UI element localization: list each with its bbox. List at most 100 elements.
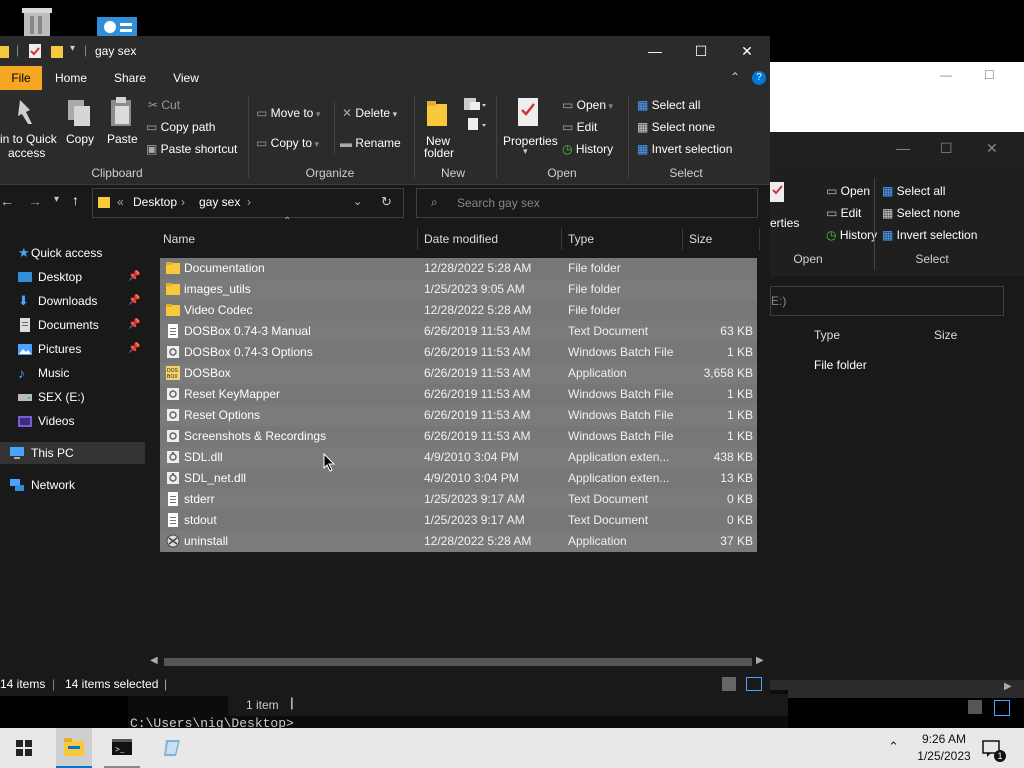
paste-shortcut-button[interactable]: ▣ Paste shortcut (146, 142, 237, 156)
copy-to-button[interactable]: ▭ Copy to ▾ (256, 136, 319, 150)
invert-selection-button[interactable]: ▦ Invert selection (637, 142, 732, 156)
new-folder-quick-icon[interactable] (50, 43, 64, 59)
properties-quick-icon[interactable] (28, 43, 42, 59)
horizontal-scrollbar[interactable]: ◀ ▶ (150, 654, 768, 670)
open-button[interactable]: ▭ Open (826, 184, 870, 198)
minimize-icon[interactable]: — (896, 140, 910, 156)
nav-item-desktop[interactable]: Desktop 📌 (0, 266, 145, 288)
column-divider[interactable] (682, 228, 683, 250)
column-header-name[interactable]: Name (163, 228, 195, 250)
close-icon[interactable]: ✕ (986, 140, 998, 157)
scrollbar-thumb[interactable] (164, 658, 752, 666)
customize-toolbar-icon[interactable]: ▾ (70, 43, 75, 54)
show-hidden-icons-icon[interactable]: ⌃ (888, 739, 899, 755)
rename-button[interactable]: ▬ Rename (340, 136, 401, 150)
pin-icon[interactable]: 📌 (128, 290, 140, 312)
properties-dropdown-icon[interactable]: ▾ (523, 146, 528, 157)
nav-item-pictures[interactable]: Pictures 📌 (0, 338, 145, 360)
invert-selection-button[interactable]: ▦ Invert selection (882, 228, 977, 242)
recent-locations-icon[interactable]: ▾ (54, 194, 59, 205)
table-row[interactable]: DOSBox 0.74-3 Manual 6/26/2019 11:53 AM Te… (160, 321, 757, 342)
table-row[interactable]: Documentation 12/28/2022 5:28 AM File fold… (160, 258, 757, 279)
pin-to-quick-access-label-1[interactable]: in to Quick (0, 132, 57, 146)
table-row[interactable]: SDL_net.dll 4/9/2010 3:04 PM Application e… (160, 468, 757, 489)
open-button[interactable]: ▭ Open ▾ (562, 98, 613, 112)
search-box[interactable]: ⌕ Search gay sex (416, 188, 758, 218)
cut-button[interactable]: ✂ Cut (148, 98, 180, 112)
second-column-type[interactable]: Type (814, 328, 840, 342)
properties-button[interactable]: erties (770, 216, 799, 230)
delete-button[interactable]: ✕ Delete ▾ (342, 106, 397, 120)
table-row[interactable]: Video Codec 12/28/2022 5:28 AM File folder (160, 300, 757, 321)
properties-button[interactable]: Properties (503, 134, 558, 148)
start-icon[interactable] (16, 740, 32, 756)
scroll-left-icon[interactable]: ◀ (150, 655, 158, 666)
column-divider[interactable] (561, 228, 562, 250)
breadcrumb-desktop[interactable]: Desktop (133, 195, 177, 209)
address-bar[interactable]: « Desktop › gay sex › ⌄ ↻ (92, 188, 404, 218)
table-row[interactable]: Reset KeyMapper 6/26/2019 11:53 AM Windows… (160, 384, 757, 405)
copy-path-button[interactable]: ▭ Copy path (146, 120, 215, 134)
table-row[interactable]: stderr 1/25/2023 9:17 AM Text Document 0 KB (160, 489, 757, 510)
forward-icon[interactable]: → (28, 193, 42, 209)
new-item-icon[interactable] (464, 98, 488, 134)
scroll-right-icon[interactable]: ▶ (756, 655, 764, 666)
minimize-icon[interactable]: — (940, 68, 952, 82)
pin-icon[interactable]: 📌 (128, 338, 140, 360)
clock-date[interactable]: 1/25/2023 (912, 749, 976, 763)
nav-item-quick-access[interactable]: ★ Quick access (0, 242, 145, 264)
details-view-icon[interactable] (722, 677, 736, 691)
table-row[interactable]: Screenshots & Recordings 6/26/2019 11:53 … (160, 426, 757, 447)
refresh-icon[interactable]: ↻ (381, 194, 392, 210)
column-divider[interactable] (759, 228, 760, 250)
move-to-button[interactable]: ▭ Move to ▾ (256, 106, 320, 120)
maximize-icon[interactable]: ☐ (940, 140, 953, 157)
tab-share[interactable]: Share (104, 66, 156, 90)
details-view-icon[interactable] (968, 700, 982, 714)
table-row[interactable]: stdout 1/25/2023 9:17 AM Text Document 0 KB (160, 510, 757, 531)
nav-item-videos[interactable]: Videos (0, 410, 145, 432)
maximize-button[interactable]: ☐ (678, 36, 724, 66)
nav-item-documents[interactable]: Documents 📌 (0, 314, 145, 336)
select-none-button[interactable]: ▦ Select none (882, 206, 960, 220)
edit-button[interactable]: ▭ Edit (562, 120, 597, 134)
edit-button[interactable]: ▭ Edit (826, 206, 861, 220)
nav-item-this-pc[interactable]: This PC (0, 442, 145, 464)
large-icons-view-icon[interactable] (746, 677, 762, 691)
column-header-size[interactable]: Size (689, 228, 712, 250)
pin-to-quick-access-label-2[interactable]: access (8, 146, 45, 160)
pin-icon[interactable]: 📌 (128, 314, 140, 336)
nav-item-network[interactable]: Network (0, 474, 145, 496)
control-panel-icon[interactable] (96, 14, 138, 36)
breadcrumb-overflow[interactable]: « (117, 195, 124, 209)
pin-icon[interactable]: 📌 (128, 266, 140, 288)
table-row[interactable]: DOS BOX DOSBox 6/26/2019 11:53 AM Applicatio… (160, 363, 757, 384)
nav-item-sex-drive[interactable]: SEX (E:) (0, 386, 145, 408)
select-all-button[interactable]: ▦ Select all (882, 184, 945, 198)
taskbar-file-explorer[interactable] (56, 728, 92, 768)
history-button[interactable]: ◷ History (826, 228, 877, 242)
help-icon[interactable]: ? (752, 71, 766, 85)
second-column-size[interactable]: Size (934, 328, 957, 342)
column-header-date[interactable]: Date modified (424, 228, 498, 250)
breadcrumb-folder[interactable]: gay sex (199, 195, 240, 209)
new-folder-label-2[interactable]: folder (424, 146, 454, 160)
maximize-icon[interactable]: ☐ (984, 68, 995, 82)
taskbar-app[interactable] (154, 728, 190, 768)
table-row[interactable]: uninstall 12/28/2022 5:28 AM Application 37… (160, 531, 757, 552)
address-dropdown-icon[interactable]: ⌄ (353, 195, 362, 208)
second-window-scrollbar[interactable]: ▶ (770, 680, 1024, 698)
up-icon[interactable]: ↑ (72, 192, 79, 208)
column-divider[interactable] (417, 228, 418, 250)
taskbar-terminal[interactable]: >_ (104, 728, 140, 768)
column-header-type[interactable]: Type (568, 228, 594, 250)
minimize-button[interactable]: — (632, 36, 678, 66)
table-row[interactable]: SDL.dll 4/9/2010 3:04 PM Application exten… (160, 447, 757, 468)
second-address-bar[interactable]: E:) (770, 286, 1004, 316)
tab-file[interactable]: File (0, 66, 42, 90)
select-none-button[interactable]: ▦ Select none (637, 120, 715, 134)
nav-item-music[interactable]: ♪ Music (0, 362, 145, 384)
large-icons-view-icon[interactable] (994, 700, 1010, 716)
search-input[interactable]: Search gay sex (457, 196, 540, 210)
nav-item-downloads[interactable]: ⬇ Downloads 📌 (0, 290, 145, 312)
